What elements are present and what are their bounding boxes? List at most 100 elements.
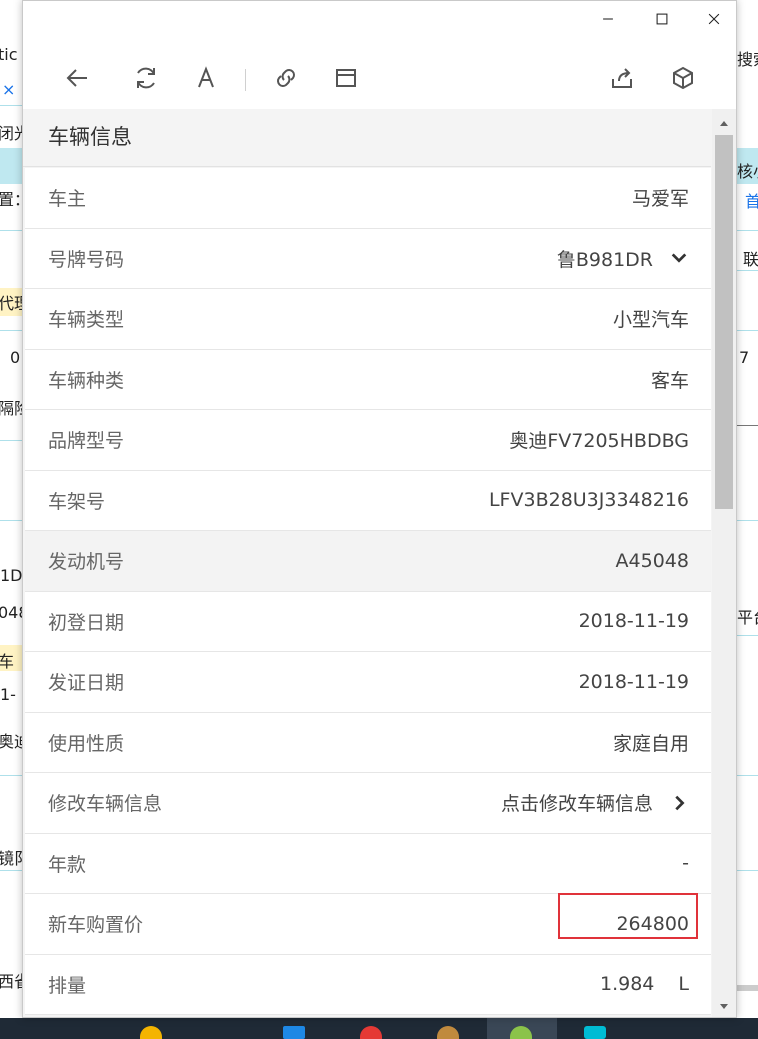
background-text: 奥迪 bbox=[0, 732, 22, 751]
close-button[interactable] bbox=[699, 9, 729, 33]
background-text: 核小 bbox=[737, 162, 758, 181]
row-value: 2018-11-19 bbox=[578, 610, 689, 633]
row-label: 修改车辆信息 bbox=[48, 793, 163, 816]
row-label: 发动机号 bbox=[48, 551, 125, 574]
minimize-icon bbox=[603, 18, 613, 20]
share-button[interactable] bbox=[607, 63, 637, 93]
back-arrow-icon bbox=[66, 69, 87, 87]
row-unit: L bbox=[678, 973, 689, 996]
background-divider bbox=[737, 775, 758, 776]
row-vehicle-category: 车辆种类 客车 bbox=[25, 350, 711, 410]
background-link: 首 bbox=[745, 192, 758, 211]
row-value: 小型汽车 bbox=[612, 309, 689, 332]
background-text: 1- bbox=[0, 685, 16, 704]
background-divider bbox=[0, 870, 22, 871]
row-vin: 车架号 LFV3B28U3J3348216 bbox=[25, 471, 711, 531]
chevron-right-icon[interactable] bbox=[669, 793, 689, 813]
background-divider bbox=[0, 105, 22, 106]
share-icon bbox=[612, 68, 632, 88]
row-label: 车架号 bbox=[48, 490, 106, 513]
section-title: 车辆信息 bbox=[23, 109, 711, 167]
row-engine-number: 发动机号 A45048 bbox=[25, 531, 711, 592]
row-value: 2018-11-19 bbox=[578, 670, 689, 693]
background-divider bbox=[737, 270, 758, 271]
taskbar-app-icon[interactable] bbox=[283, 1026, 305, 1039]
background-text: 闭光 bbox=[0, 124, 22, 143]
background-divider bbox=[0, 775, 22, 776]
row-label: 初登日期 bbox=[48, 611, 125, 634]
open-in-browser-button[interactable] bbox=[331, 63, 361, 93]
maximize-button[interactable] bbox=[647, 9, 677, 33]
row-license-issue-date: 发证日期 2018-11-19 bbox=[25, 652, 711, 713]
background-text: 联 bbox=[743, 250, 758, 269]
copy-link-button[interactable] bbox=[271, 63, 301, 93]
chevron-down-icon[interactable] bbox=[669, 248, 689, 268]
background-right-strip: 搜索 核小 首 联 7 平台 bbox=[737, 0, 758, 1039]
toolbar-divider bbox=[245, 69, 246, 91]
background-divider bbox=[0, 520, 22, 521]
browser-window-icon bbox=[336, 69, 356, 87]
taskbar-app-icon[interactable] bbox=[437, 1026, 459, 1039]
row-label: 新车购置价 bbox=[48, 914, 144, 937]
taskbar-app-icon[interactable] bbox=[584, 1026, 606, 1039]
toolbar bbox=[23, 41, 736, 109]
row-value: LFV3B28U3J3348216 bbox=[488, 489, 689, 512]
mini-program-button[interactable] bbox=[668, 63, 698, 93]
background-close-icon: × bbox=[2, 80, 16, 99]
background-divider bbox=[737, 425, 758, 426]
background-divider bbox=[0, 230, 22, 231]
cube-icon bbox=[673, 66, 693, 90]
row-usage-nature: 使用性质 家庭自用 bbox=[25, 713, 711, 773]
taskbar-app-icon[interactable] bbox=[140, 1026, 162, 1039]
refresh-button[interactable] bbox=[131, 63, 161, 93]
taskbar bbox=[0, 1018, 758, 1039]
link-icon bbox=[277, 69, 295, 87]
vehicle-info-list: 车主 马爱军 号牌号码 鲁B981DR 车辆类型 小型汽车 车辆种类 客车 品牌… bbox=[25, 168, 711, 1015]
scrollbar-thumb[interactable] bbox=[715, 135, 733, 509]
row-value: 客车 bbox=[650, 369, 689, 392]
background-text: 7 bbox=[739, 348, 750, 367]
price-highlight-box bbox=[558, 893, 698, 939]
background-divider bbox=[737, 985, 758, 991]
background-divider bbox=[737, 330, 758, 331]
row-label: 号牌号码 bbox=[48, 248, 125, 271]
row-value: - bbox=[682, 852, 689, 875]
vertical-scrollbar[interactable] bbox=[712, 109, 736, 1017]
background-text: 车 bbox=[0, 652, 15, 671]
background-divider bbox=[737, 870, 758, 871]
scroll-up-arrow-icon[interactable] bbox=[712, 113, 736, 135]
background-divider bbox=[0, 330, 22, 331]
edit-vehicle-info-link[interactable]: 点击修改车辆信息 bbox=[501, 789, 653, 816]
font-icon bbox=[198, 66, 214, 88]
content-area[interactable]: 车辆信息 车主 马爱军 号牌号码 鲁B981DR 车辆类型 小型汽车 车辆种类 … bbox=[23, 109, 736, 1017]
row-label: 车辆种类 bbox=[48, 369, 125, 392]
background-text: 1D bbox=[0, 566, 22, 585]
background-divider bbox=[737, 635, 758, 636]
taskbar-app-icon[interactable] bbox=[360, 1026, 382, 1039]
background-divider bbox=[737, 230, 758, 231]
font-size-button[interactable] bbox=[191, 63, 221, 93]
background-divider bbox=[737, 520, 758, 521]
refresh-icon bbox=[137, 67, 155, 89]
row-label: 使用性质 bbox=[48, 732, 125, 755]
row-edit-vehicle-info[interactable]: 修改车辆信息 点击修改车辆信息 bbox=[25, 773, 711, 834]
row-label: 年款 bbox=[48, 853, 87, 876]
row-value: 家庭自用 bbox=[612, 732, 689, 755]
background-text: 平台 bbox=[737, 608, 758, 627]
row-value: 鲁B981DR bbox=[556, 248, 653, 271]
background-divider bbox=[0, 440, 22, 441]
background-text: 0 bbox=[10, 348, 21, 367]
background-text: 048 bbox=[0, 603, 22, 622]
row-label: 排量 bbox=[48, 974, 87, 997]
row-value: 奥迪FV7205HBDBG bbox=[509, 430, 689, 453]
scroll-down-arrow-icon[interactable] bbox=[712, 995, 736, 1017]
back-button[interactable] bbox=[63, 63, 93, 93]
title-bar bbox=[23, 1, 736, 41]
background-text: tic bbox=[0, 45, 18, 64]
row-vehicle-type: 车辆类型 小型汽车 bbox=[25, 289, 711, 350]
row-value: 马爱军 bbox=[631, 188, 689, 211]
row-label: 品牌型号 bbox=[48, 430, 125, 453]
row-value: A45048 bbox=[615, 549, 689, 572]
row-plate-number[interactable]: 号牌号码 鲁B981DR bbox=[25, 229, 711, 289]
minimize-button[interactable] bbox=[593, 9, 623, 33]
